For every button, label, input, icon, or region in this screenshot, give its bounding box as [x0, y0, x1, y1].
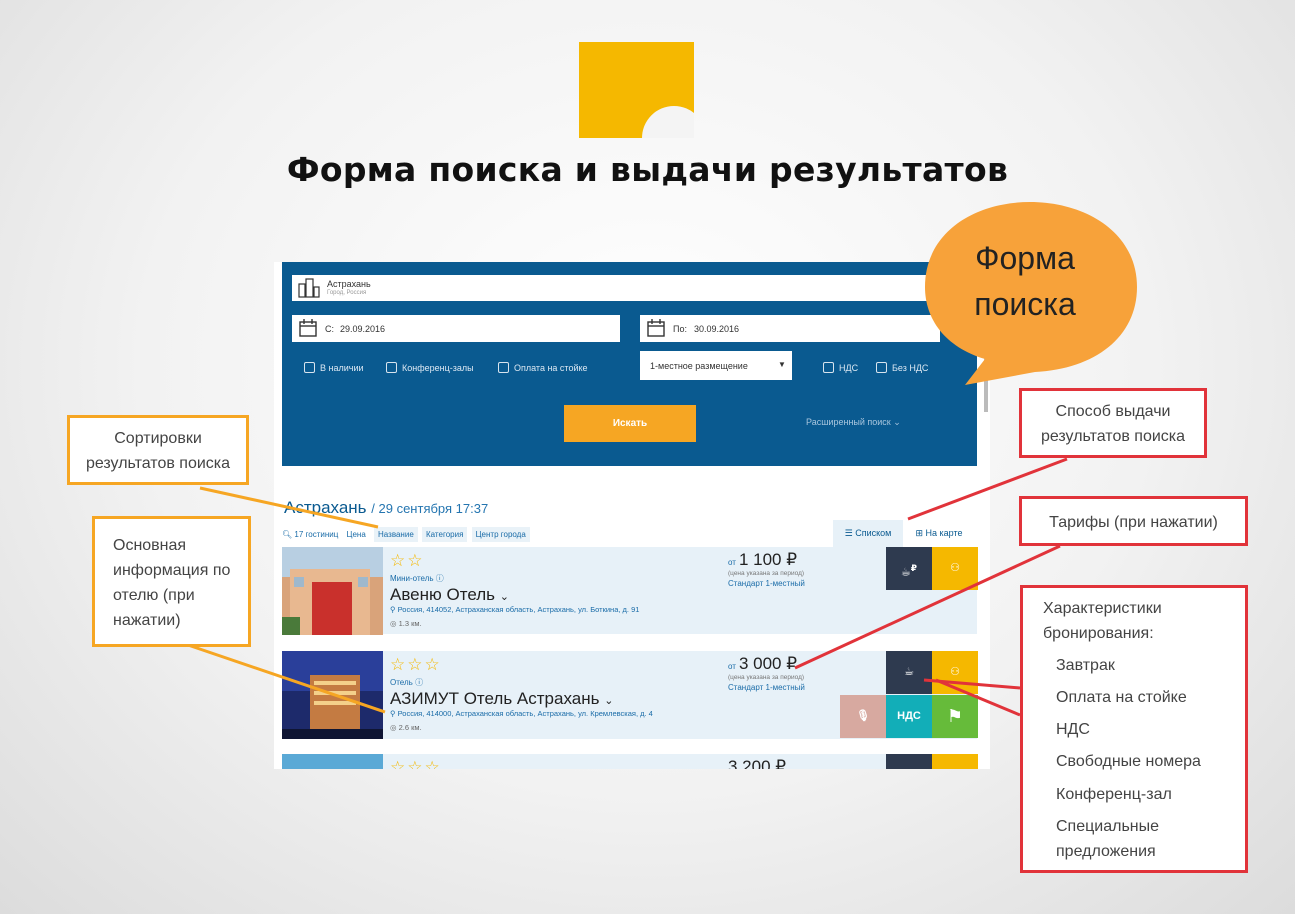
city-value: Астрахань	[327, 279, 371, 289]
hotel-photo	[282, 547, 383, 635]
view-annotation: Способ выдачи результатов поиска	[1019, 388, 1207, 458]
search-form-panel: Астрахань Город, Россия С: 29.09.2016 По…	[282, 262, 977, 466]
hotel-name[interactable]: АЗИМУТ Отель Астрахань ⌄	[390, 689, 613, 709]
feature-breakfast: Завтрак	[1056, 657, 1115, 674]
feature-free-rooms: Свободные номера	[1056, 753, 1201, 770]
microphone-icon: 🎙︎	[840, 695, 886, 738]
distance-icon: ◎	[390, 723, 397, 732]
hotel-photo	[282, 651, 383, 739]
company-logo	[579, 42, 694, 138]
features-title: Характеристики бронирования:	[1043, 600, 1162, 642]
breakfast-icon: ☕	[886, 754, 932, 769]
list-icon: ☰	[844, 528, 853, 538]
room-type-select[interactable]: 1-местное размещение ▼	[640, 351, 792, 380]
date-from-field[interactable]: С: 29.09.2016	[292, 315, 620, 342]
results-title: Астрахань / 29 сентября 17:37	[284, 498, 489, 517]
rating-stars: ☆☆☆	[390, 655, 442, 674]
date-to-label: По:	[673, 324, 687, 334]
page-title: Форма поиска и выдачи результатов	[286, 150, 1009, 189]
hotel-type: Отель ⓘ	[390, 678, 424, 687]
city-buildings-icon	[298, 278, 320, 298]
hotel-type: Мини-отель ⓘ	[390, 574, 444, 583]
features-annotation: Характеристики бронирования: Завтрак Опл…	[1020, 585, 1248, 873]
date-from-label: С:	[325, 324, 334, 334]
feature-pay-at-desk: Оплата на стойке	[1056, 689, 1187, 706]
hotel-price[interactable]: от 3 000 ₽	[728, 654, 797, 674]
hotel-distance: ◎ 1.3 км.	[390, 619, 422, 628]
breakfast-icon: ☕	[886, 651, 932, 694]
breakfast-icon: ☕₽	[886, 547, 932, 590]
hotel-card[interactable]: ☆☆☆ Отель ⓘ АЗИМУТ Отель Астрахань ⌄ ⚲ Р…	[282, 651, 978, 739]
tariff-link[interactable]: Стандарт 1-местный	[728, 579, 805, 588]
search-screenshot: Астрахань Город, Россия С: 29.09.2016 По…	[274, 262, 990, 769]
sort-annotation: Сортировки результатов поиска	[67, 415, 249, 485]
date-to-field[interactable]: По: 30.09.2016	[640, 315, 940, 342]
checkbox-available[interactable]: В наличии	[304, 362, 364, 373]
sort-bar: 🔍︎ 17 гостиниц Цена Название Категория Ц…	[282, 527, 530, 542]
bubble-label: Форма поиска	[974, 240, 1076, 322]
reception-icon: ⚇	[932, 651, 978, 694]
sort-name[interactable]: Название	[374, 527, 418, 542]
price-note: (цена указана за период)	[728, 674, 805, 681]
sort-center[interactable]: Центр города	[471, 527, 530, 542]
chevron-down-icon: ⌄	[604, 695, 614, 707]
chevron-down-icon: ⌄	[499, 591, 509, 603]
sort-category[interactable]: Категория	[422, 527, 468, 542]
sort-price[interactable]: Цена	[343, 527, 370, 542]
rating-stars: ☆☆☆	[390, 758, 442, 769]
hotel-price[interactable]: от 1 100 ₽	[728, 550, 797, 570]
date-to-value: 30.09.2016	[694, 324, 740, 334]
rating-stars: ☆☆	[390, 551, 425, 570]
search-icon: 🔍︎	[282, 530, 293, 539]
reception-icon: ⚇	[932, 547, 978, 590]
feature-vat: НДС	[1056, 721, 1090, 738]
search-button[interactable]: Искать	[564, 405, 696, 442]
tab-list-view[interactable]: ☰ Списком	[833, 520, 903, 547]
vat-badge: НДС	[886, 695, 932, 738]
hotel-address: ⚲ Россия, 414000, Астраханская область, …	[390, 709, 653, 718]
chevron-down-icon: ▼	[778, 360, 786, 369]
location-pin-icon: ⚲	[390, 709, 396, 718]
calendar-icon	[647, 319, 665, 337]
checkbox-vat[interactable]: НДС	[823, 362, 858, 373]
hotel-price[interactable]: 3 200 ₽	[728, 757, 786, 769]
distance-icon: ◎	[390, 619, 397, 628]
tab-map-view[interactable]: ⊞ На карте	[907, 520, 971, 547]
info-icon: ⓘ	[435, 574, 444, 583]
city-field[interactable]: Астрахань Город, Россия	[292, 275, 932, 301]
feature-special-offers: Специальные предложения	[1056, 818, 1160, 860]
feature-conference: Конференц-зал	[1056, 786, 1172, 803]
hotel-address: ⚲ Россия, 414052, Астраханская область, …	[390, 605, 640, 614]
location-pin-icon: ⚲	[390, 605, 396, 614]
info-annotation: Основная информация по отелю (при нажати…	[92, 516, 251, 647]
map-icon: ⊞	[915, 528, 924, 538]
checkbox-pay-at-desk[interactable]: Оплата на стойке	[498, 362, 588, 373]
tariff-annotation: Тарифы (при нажатии)	[1019, 496, 1248, 546]
hotel-card[interactable]: ☆☆ Мини-отель ⓘ Авеню Отель ⌄ ⚲ Россия, …	[282, 547, 978, 635]
calendar-icon	[299, 319, 317, 337]
flag-icon: ⚑	[932, 695, 978, 738]
hotel-distance: ◎ 2.6 км.	[390, 723, 422, 732]
info-icon: ⓘ	[415, 678, 424, 687]
city-hint: Город, Россия	[327, 290, 367, 296]
advanced-search-link[interactable]: Расширенный поиск ⌄	[806, 417, 901, 428]
checkbox-conference[interactable]: Конференц-залы	[386, 362, 474, 373]
hotel-card[interactable]: ☆☆☆ 3 200 ₽ ☕ ⚇	[282, 754, 978, 769]
price-note: (цена указана за период)	[728, 570, 805, 577]
results-count: 17 гостиниц	[294, 530, 339, 539]
hotel-photo	[282, 754, 383, 769]
tariff-link[interactable]: Стандарт 1-местный	[728, 683, 805, 692]
hotel-name[interactable]: Авеню Отель ⌄	[390, 585, 509, 605]
date-from-value: 29.09.2016	[340, 324, 386, 334]
chevron-down-icon: ⌄	[893, 417, 901, 427]
reception-icon: ⚇	[932, 754, 978, 769]
